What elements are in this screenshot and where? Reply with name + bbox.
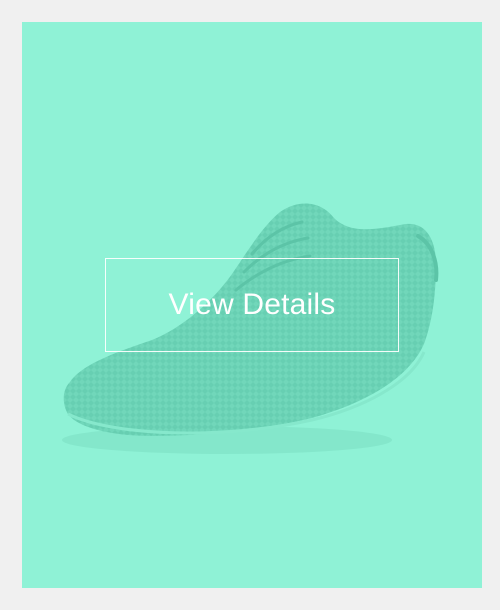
product-card[interactable]: View Details xyxy=(22,22,482,588)
view-details-button[interactable]: View Details xyxy=(105,258,399,352)
